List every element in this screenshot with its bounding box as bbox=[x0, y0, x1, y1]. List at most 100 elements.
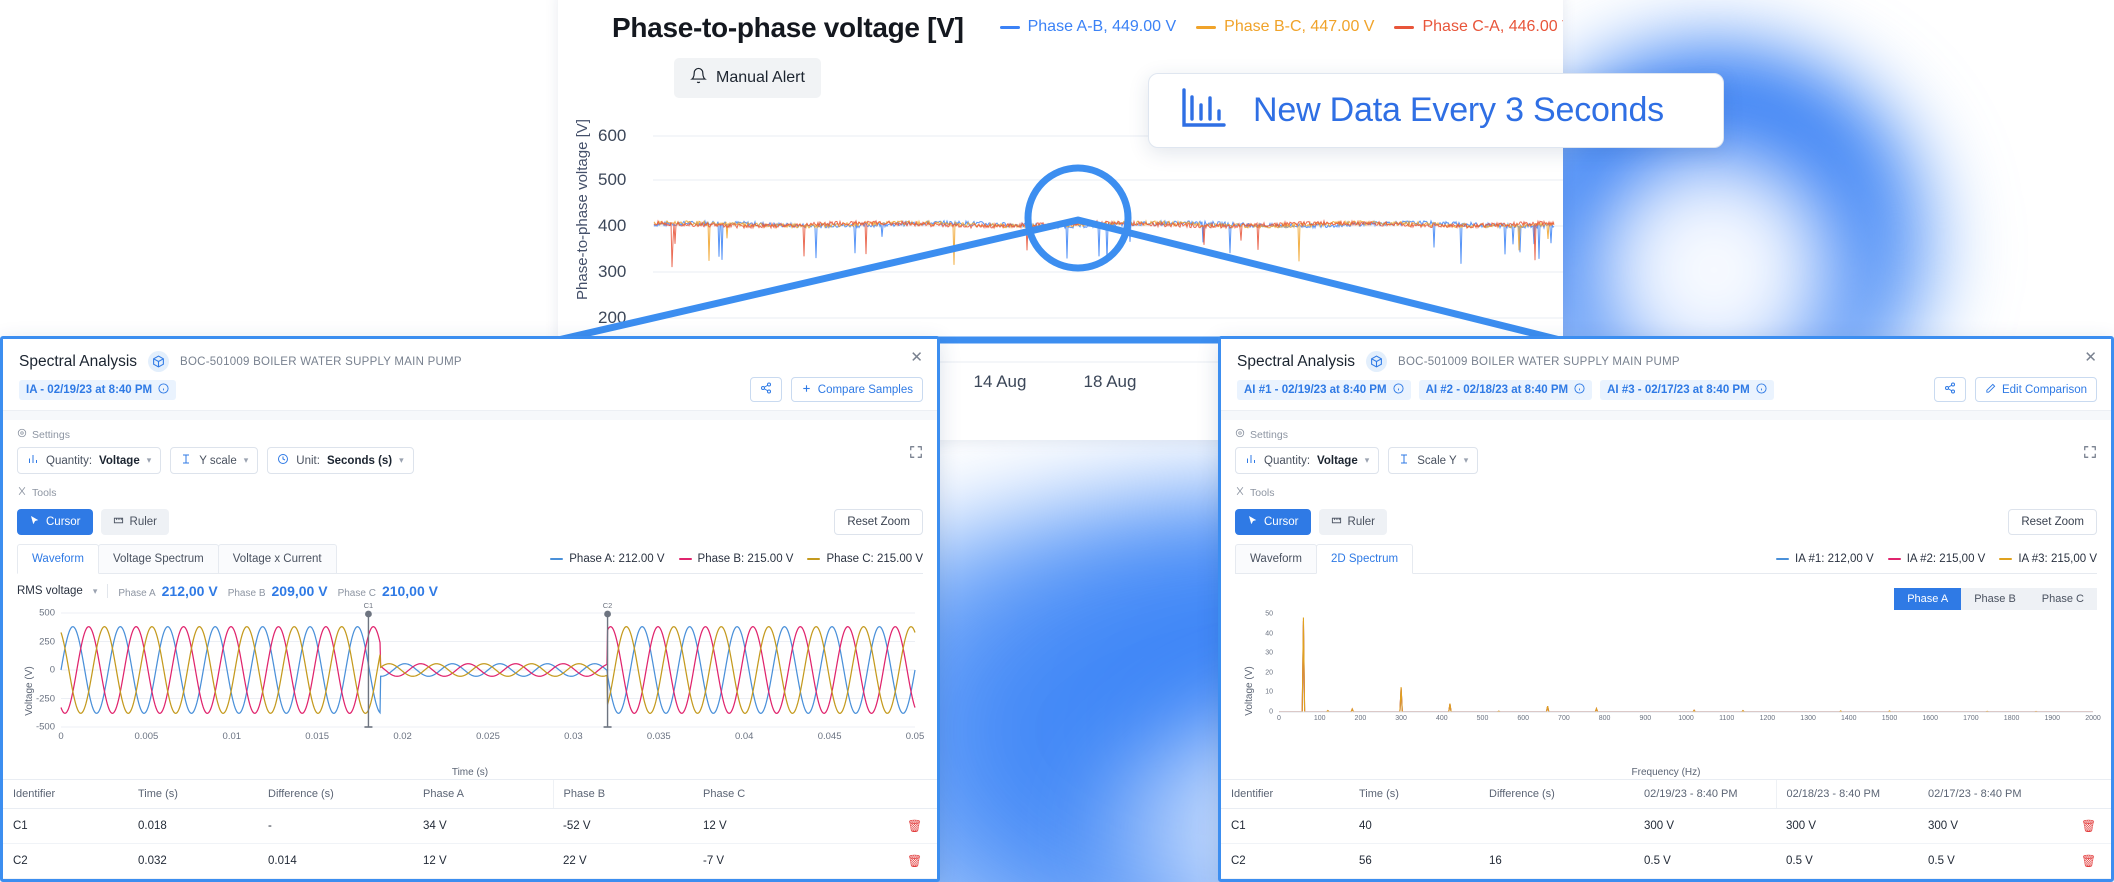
waveform-x-tick: 0.005 bbox=[134, 731, 159, 742]
unit-dropdown[interactable]: Unit: Seconds (s) ▾ bbox=[267, 447, 414, 474]
legend-dash-icon bbox=[550, 558, 564, 560]
cell-time: 0.018 bbox=[128, 808, 258, 844]
sample-chip-label: IA - 02/19/23 at 8:40 PM bbox=[26, 384, 153, 396]
bar-chart-icon bbox=[1245, 453, 1257, 468]
legend-item-ia-3[interactable]: IA #3: 215,00 V bbox=[1999, 553, 2097, 565]
sample-chip-label: AI #2 - 02/18/23 at 8:40 PM bbox=[1425, 384, 1569, 396]
table-row[interactable]: C2 0.032 0.014 12 V 22 V -7 V 🗑 bbox=[3, 843, 937, 879]
cursor-icon bbox=[29, 515, 40, 529]
legend-label: Phase C-A, 446.00 V bbox=[1422, 18, 1563, 35]
cell-difference: - bbox=[258, 808, 413, 844]
quantity-dropdown[interactable]: Quantity: Voltage ▾ bbox=[17, 447, 162, 474]
edit-comparison-button[interactable]: Edit Comparison bbox=[1974, 377, 2097, 402]
right-panel-body: Settings Quantity: Voltage ▾ Scale Y ▾ T… bbox=[1221, 420, 2111, 779]
ruler-tool-label: Ruler bbox=[1347, 516, 1375, 528]
tab-voltage-x-current[interactable]: Voltage x Current bbox=[217, 544, 337, 573]
th-difference: Difference (s) bbox=[1479, 779, 1634, 809]
table-row[interactable]: C2 56 16 0.5 V 0.5 V 0.5 V 🗑 bbox=[1221, 843, 2111, 879]
rms-key: Phase B bbox=[227, 588, 266, 599]
info-icon[interactable] bbox=[158, 383, 169, 397]
legend-item[interactable]: Phase A-B, 449.00 V bbox=[999, 18, 1176, 36]
info-icon[interactable] bbox=[1574, 383, 1585, 397]
spectrum-x-tick: 1300 bbox=[1800, 715, 1816, 722]
reset-zoom-button[interactable]: Reset Zoom bbox=[834, 509, 923, 535]
y-scale-dropdown[interactable]: Y scale ▾ bbox=[170, 447, 259, 474]
sample-chip-3[interactable]: AI #3 - 02/17/23 at 8:40 PM bbox=[1600, 380, 1774, 400]
quantity-dropdown[interactable]: Quantity: Voltage ▾ bbox=[1235, 447, 1380, 474]
sample-chip-1[interactable]: AI #1 - 02/19/23 at 8:40 PM bbox=[1237, 380, 1411, 400]
expand-icon[interactable] bbox=[909, 445, 923, 464]
sample-chip-2[interactable]: AI #2 - 02/18/23 at 8:40 PM bbox=[1418, 380, 1593, 400]
manual-alert-button[interactable]: Manual Alert bbox=[674, 58, 821, 98]
waveform-x-tick: 0.025 bbox=[476, 731, 500, 742]
legend-item[interactable]: Phase C-A, 446.00 V bbox=[1394, 18, 1563, 36]
tab-waveform[interactable]: Waveform bbox=[1235, 544, 1317, 573]
asset-name: BOC-501009 BOILER WATER SUPPLY MAIN PUMP bbox=[180, 355, 462, 368]
legend-item-phase-a[interactable]: Phase A: 212.00 V bbox=[550, 553, 665, 565]
settings-label: Settings bbox=[1250, 428, 1288, 441]
cube-icon bbox=[1366, 351, 1388, 372]
delete-row-button[interactable]: 🗑 bbox=[2071, 843, 2111, 879]
sample-chip[interactable]: IA - 02/19/23 at 8:40 PM bbox=[19, 380, 177, 400]
waveform-x-axis-label: Time (s) bbox=[451, 767, 489, 778]
ruler-tool-button[interactable]: Ruler bbox=[100, 509, 169, 535]
delete-row-button[interactable]: 🗑 bbox=[2071, 808, 2111, 844]
trash-icon[interactable]: 🗑 bbox=[907, 819, 922, 833]
delete-row-button[interactable]: 🗑 bbox=[897, 808, 937, 844]
close-icon[interactable]: ✕ bbox=[910, 350, 923, 365]
spectral-analysis-panel-left: Spectral Analysis BOC-501009 BOILER WATE… bbox=[0, 336, 940, 882]
info-icon[interactable] bbox=[1756, 383, 1767, 397]
share-button[interactable] bbox=[1933, 377, 1966, 402]
legend-label: IA #1: 212,00 V bbox=[1795, 553, 1874, 565]
share-button[interactable] bbox=[749, 377, 782, 402]
legend-item-phase-c[interactable]: Phase C: 215.00 V bbox=[807, 553, 923, 565]
share-icon bbox=[760, 382, 772, 397]
th-date-1: 02/19/23 - 8:40 PM bbox=[1634, 779, 1776, 809]
chevron-down-icon: ▾ bbox=[146, 455, 152, 465]
waveform-y-tick: 0 bbox=[49, 664, 55, 676]
right-chart-legend: IA #1: 212,00 V IA #2: 215,00 V IA #3: 2… bbox=[1776, 553, 2097, 573]
delete-row-button[interactable]: 🗑 bbox=[897, 843, 937, 879]
rms-phase-c: Phase C 210,00 V bbox=[338, 583, 438, 599]
trash-icon[interactable]: 🗑 bbox=[2081, 854, 2096, 868]
waveform-chart[interactable]: Voltage (V) Time (s) C1 C2 500 250 0 -250 -50… bbox=[17, 603, 924, 779]
cursor-tool-button[interactable]: Cursor bbox=[17, 509, 93, 535]
tab-waveform[interactable]: Waveform bbox=[17, 544, 99, 574]
ruler-tool-button[interactable]: Ruler bbox=[1318, 509, 1387, 535]
trash-icon[interactable]: 🗑 bbox=[907, 854, 922, 868]
legend-item[interactable]: Phase B-C, 447.00 V bbox=[1196, 18, 1374, 36]
edit-comparison-label: Edit Comparison bbox=[2001, 383, 2087, 396]
cursor-tool-button[interactable]: Cursor bbox=[1235, 509, 1311, 535]
legend-item-ia-2[interactable]: IA #2: 215,00 V bbox=[1887, 553, 1985, 565]
reset-zoom-button[interactable]: Reset Zoom bbox=[2008, 509, 2097, 535]
cell-phase-c: 12 V bbox=[693, 808, 897, 844]
page-title: Spectral Analysis bbox=[19, 352, 138, 370]
rms-value: 210,00 V bbox=[381, 583, 438, 599]
legend-item-phase-b[interactable]: Phase B: 215.00 V bbox=[678, 553, 793, 565]
compare-samples-button[interactable]: Compare Samples bbox=[790, 377, 923, 402]
info-icon[interactable] bbox=[1393, 383, 1404, 397]
spectrum-x-tick: 300 bbox=[1395, 715, 1407, 722]
clock-icon bbox=[277, 453, 289, 468]
scale-y-dropdown[interactable]: Scale Y ▾ bbox=[1388, 447, 1479, 474]
gear-icon bbox=[1235, 428, 1245, 441]
table-row[interactable]: C1 40 300 V 300 V 300 V 🗑 bbox=[1221, 808, 2111, 844]
left-header-actions: Compare Samples bbox=[749, 377, 923, 402]
table-row[interactable]: C1 0.018 - 34 V -52 V 12 V 🗑 bbox=[3, 808, 937, 844]
cell-identifier: C1 bbox=[1221, 808, 1349, 844]
th-identifier: Identifier bbox=[3, 779, 128, 809]
cell-date-2: 300 V bbox=[1776, 808, 1918, 844]
tab-2d-spectrum[interactable]: 2D Spectrum bbox=[1315, 544, 1414, 574]
legend-item-ia-1[interactable]: IA #1: 212,00 V bbox=[1776, 553, 1874, 565]
close-icon[interactable]: ✕ bbox=[2084, 350, 2097, 365]
trash-icon[interactable]: 🗑 bbox=[2081, 819, 2096, 833]
tab-voltage-spectrum[interactable]: Voltage Spectrum bbox=[97, 544, 219, 573]
right-panel-title-row: Spectral Analysis BOC-501009 BOILER WATE… bbox=[1237, 351, 2095, 372]
chevron-down-icon[interactable]: ▾ bbox=[93, 586, 98, 597]
pencil-icon bbox=[1985, 383, 1996, 397]
bar-chart-icon bbox=[1179, 85, 1227, 136]
left-tools-row: Cursor Ruler Reset Zoom bbox=[17, 509, 923, 535]
spectrum-chart[interactable]: Voltage (V) Frequency (Hz) 50 40 30 20 10 0 0 1… bbox=[1235, 602, 2101, 779]
trend-legend: Phase A-B, 449.00 V Phase B-C, 447.00 V … bbox=[999, 18, 1563, 36]
expand-icon[interactable] bbox=[2083, 445, 2097, 464]
